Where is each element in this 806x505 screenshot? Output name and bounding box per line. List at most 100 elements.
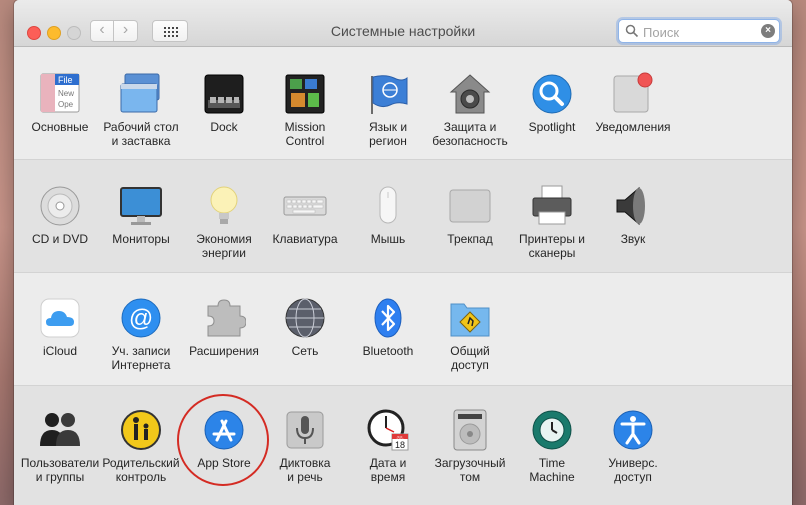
pane-users-groups[interactable]: Пользователи и группы <box>17 408 103 484</box>
pane-language-region[interactable]: Язык и регион <box>345 72 431 148</box>
pane-label: Мышь <box>370 232 406 246</box>
pane-label: Язык и регион <box>368 120 408 148</box>
security-privacy-icon <box>448 72 492 116</box>
pane-general[interactable]: File New Ope Основные <box>17 72 103 134</box>
spotlight-icon <box>530 72 574 116</box>
svg-text:@: @ <box>129 305 153 332</box>
general-icon: File New Ope <box>38 72 82 116</box>
accessibility-icon <box>611 408 655 452</box>
pane-energy-saver[interactable]: Экономия энергии <box>181 184 267 260</box>
pane-label: App Store <box>197 456 251 470</box>
title-bar: ‹ › Системные настройки × <box>14 0 792 47</box>
pane-label: Пользователи и группы <box>20 456 100 484</box>
pane-app-store[interactable]: App Store <box>181 408 267 470</box>
pane-label: CD и DVD <box>31 232 89 246</box>
pane-label: Основные <box>31 120 89 134</box>
language-region-icon <box>366 72 410 116</box>
pane-label: Трекпад <box>447 232 493 246</box>
mouse-icon <box>366 184 410 228</box>
pane-label: Звук <box>620 232 646 246</box>
notifications-icon <box>611 72 655 116</box>
pane-label: iCloud <box>42 344 78 358</box>
pane-label: Рабочий стол и заставка <box>103 120 179 148</box>
network-icon <box>283 296 327 340</box>
date-time-icon: JUL 18 <box>366 408 410 452</box>
parental-controls-icon <box>119 408 163 452</box>
pane-keyboard[interactable]: Клавиатура <box>262 184 348 246</box>
trackpad-icon <box>448 184 492 228</box>
printers-scanners-icon <box>530 184 574 228</box>
pane-internet-accounts[interactable]: @ Уч. записи Интернета <box>98 296 184 372</box>
pane-label: Универс. доступ <box>608 456 658 484</box>
pane-time-machine[interactable]: Time Machine <box>509 408 595 484</box>
pane-label: Дата и время <box>369 456 407 484</box>
pane-label: Клавиатура <box>272 232 338 246</box>
time-machine-icon <box>530 408 574 452</box>
pane-label: Загрузочный том <box>434 456 506 484</box>
pane-security-privacy[interactable]: Защита и безопасность <box>427 72 513 148</box>
pane-label: Bluetooth <box>362 344 414 358</box>
forward-button[interactable]: › <box>114 20 138 42</box>
pane-dictation-speech[interactable]: Диктовка и речь <box>262 408 348 484</box>
pane-label: Сеть <box>291 344 319 358</box>
pane-parental-controls[interactable]: Родительский контроль <box>98 408 184 484</box>
search-input[interactable] <box>641 22 757 42</box>
pane-label: Spotlight <box>528 120 576 134</box>
startup-disk-icon <box>448 408 492 452</box>
pane-desktop-screensaver[interactable]: Рабочий стол и заставка <box>98 72 184 148</box>
back-button[interactable]: ‹ <box>90 20 114 42</box>
cd-dvd-icon <box>38 184 82 228</box>
pane-printers-scanners[interactable]: Принтеры и сканеры <box>509 184 595 260</box>
app-store-icon <box>202 408 246 452</box>
svg-text:File: File <box>58 75 73 85</box>
pane-label: Dock <box>210 120 238 134</box>
pane-label: Расширения <box>189 344 259 358</box>
users-groups-icon <box>38 408 82 452</box>
bluetooth-icon <box>366 296 410 340</box>
pane-startup-disk[interactable]: Загрузочный том <box>427 408 513 484</box>
svg-text:Ope: Ope <box>58 100 74 109</box>
system-preferences-window: ‹ › Системные настройки × <box>14 0 792 505</box>
dictation-speech-icon <box>283 408 327 452</box>
close-window-button[interactable] <box>27 26 41 40</box>
pane-label: Защита и безопасность <box>432 120 508 148</box>
internet-accounts-icon: @ <box>119 296 163 340</box>
pane-icloud[interactable]: iCloud <box>17 296 103 358</box>
pane-mission-control[interactable]: Mission Control <box>262 72 348 148</box>
pane-label: Принтеры и сканеры <box>519 232 585 260</box>
pane-network[interactable]: Сеть <box>262 296 348 358</box>
svg-text:18: 18 <box>395 440 405 450</box>
pane-cd-dvd[interactable]: CD и DVD <box>17 184 103 246</box>
pane-mouse[interactable]: Мышь <box>345 184 431 246</box>
svg-text:JUL: JUL <box>396 435 404 440</box>
pane-label: Диктовка и речь <box>279 456 331 484</box>
pane-accessibility[interactable]: Универс. доступ <box>590 408 676 484</box>
pane-label: Экономия энергии <box>196 232 252 260</box>
minimize-window-button[interactable] <box>47 26 61 40</box>
zoom-window-button[interactable] <box>67 26 81 40</box>
search-field[interactable]: × <box>618 19 780 43</box>
pane-label: Time Machine <box>529 456 575 484</box>
extensions-icon <box>202 296 247 340</box>
keyboard-icon <box>283 184 327 228</box>
pane-date-time[interactable]: JUL 18 Дата и время <box>345 408 431 484</box>
search-icon <box>625 24 639 38</box>
pane-notifications[interactable]: Уведомления <box>590 72 676 134</box>
pane-displays[interactable]: Мониторы <box>98 184 184 246</box>
pane-label: Уч. записи Интернета <box>111 344 171 372</box>
pane-dock[interactable]: Dock <box>181 72 267 134</box>
displays-icon <box>119 184 163 228</box>
pane-trackpad[interactable]: Трекпад <box>427 184 513 246</box>
pane-spotlight[interactable]: Spotlight <box>509 72 595 134</box>
pane-bluetooth[interactable]: Bluetooth <box>345 296 431 358</box>
energy-saver-icon <box>202 184 246 228</box>
show-all-grid-button[interactable] <box>152 20 188 42</box>
icloud-icon <box>38 296 82 340</box>
dock-icon <box>202 72 246 116</box>
pane-label: Уведомления <box>595 120 671 134</box>
pane-extensions[interactable]: Расширения <box>181 296 267 358</box>
desktop-screensaver-icon <box>119 72 163 116</box>
pane-sound[interactable]: Звук <box>590 184 676 246</box>
pane-sharing[interactable]: Общий доступ <box>427 296 513 372</box>
clear-search-icon[interactable]: × <box>761 24 775 38</box>
